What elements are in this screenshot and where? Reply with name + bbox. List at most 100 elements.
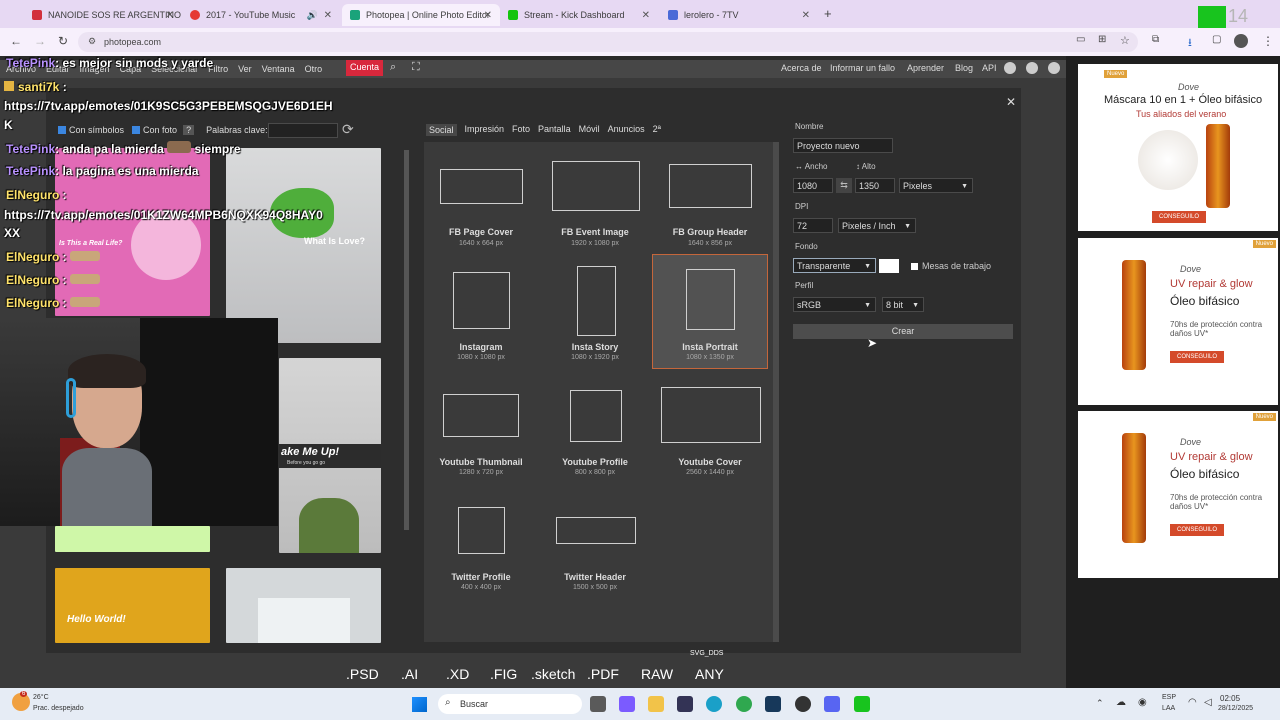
ad-cta-button[interactable]: CONSEGUILO <box>1152 211 1207 223</box>
file-explorer-icon[interactable] <box>648 696 664 712</box>
ad-banner-2[interactable]: Nuevo Dove UV repair & glow Óleo bifásic… <box>1078 238 1278 405</box>
task-view-icon[interactable] <box>590 696 606 712</box>
kick-taskbar-icon[interactable] <box>854 696 870 712</box>
tab-more[interactable]: 2ª <box>653 124 661 136</box>
mic-icon[interactable]: ◉ <box>1138 697 1147 708</box>
bits-select[interactable]: 8 bit ▼ <box>882 297 924 312</box>
tab-impresion[interactable]: Impresión <box>465 124 505 136</box>
tab-close-icon[interactable]: ✕ <box>324 10 332 21</box>
gallery-card-6[interactable] <box>226 568 381 643</box>
steam-icon[interactable] <box>765 696 781 712</box>
reddit-icon[interactable] <box>1004 62 1016 74</box>
tab-close-icon[interactable]: ✕ <box>642 10 650 21</box>
store-icon[interactable] <box>677 696 693 712</box>
speaker-icon[interactable]: 🔊 <box>307 10 318 21</box>
gallery-scrollbar[interactable] <box>404 150 409 530</box>
refresh-icon[interactable]: ⟳ <box>342 121 354 138</box>
tab-photopea[interactable]: Photopea | Online Photo Editor ✕ <box>342 4 500 26</box>
clock-time[interactable]: 02:05 <box>1220 694 1240 703</box>
chrome-icon[interactable] <box>736 696 752 712</box>
menu-dots-icon[interactable]: ⋮ <box>1262 34 1274 48</box>
tray-chevron-icon[interactable]: ⌃ <box>1096 698 1104 709</box>
obs-icon[interactable] <box>795 696 811 712</box>
menu-otro[interactable]: Otro <box>305 64 323 74</box>
ad-cta-button[interactable]: CONSEGUILO <box>1170 524 1225 536</box>
clock-date[interactable]: 28/12/2025 <box>1218 705 1253 712</box>
tab-close-icon[interactable]: ✕ <box>484 10 492 21</box>
new-tab-button[interactable]: + <box>824 6 832 21</box>
tab-anuncios[interactable]: Anuncios <box>608 124 645 136</box>
help-button[interactable]: ? <box>183 125 195 135</box>
ad-banner-1[interactable]: Nuevo Dove Máscara 10 en 1 + Óleo bifási… <box>1078 64 1278 231</box>
nombre-input[interactable]: Proyecto nuevo <box>793 138 893 153</box>
keywords-input[interactable] <box>268 123 338 138</box>
windows-start-icon[interactable] <box>412 697 427 712</box>
swap-dimensions-icon[interactable]: ⇆ <box>836 178 852 193</box>
back-icon[interactable]: ← <box>10 34 22 48</box>
copilot-icon[interactable] <box>619 696 635 712</box>
dpi-unit-select[interactable]: Pixeles / Inch ▼ <box>838 218 916 233</box>
taskbar-search[interactable]: Buscar <box>438 694 582 714</box>
dpi-input[interactable]: 72 <box>793 218 833 233</box>
install-icon[interactable]: ⊞ <box>1098 34 1106 45</box>
profile-icon[interactable]: ▢ <box>1212 34 1221 45</box>
fondo-select[interactable]: Transparente ▼ <box>793 258 876 273</box>
ad-badge: Nuevo <box>1252 240 1276 248</box>
ad-cta-button[interactable]: CONSEGUILO <box>1170 351 1225 363</box>
tab-close-icon[interactable]: ✕ <box>166 10 174 21</box>
checkbox-con-foto[interactable] <box>132 126 141 134</box>
menu-ventana[interactable]: Ventana <box>262 64 295 74</box>
tab-7tv[interactable]: lerolero - 7TV ✕ <box>660 4 818 26</box>
language-layout[interactable]: LAA <box>1162 705 1175 712</box>
reload-icon[interactable]: ↻ <box>58 34 68 48</box>
bookmark-star-icon[interactable]: ☆ <box>1120 34 1130 47</box>
tab-close-icon[interactable]: ✕ <box>802 10 810 21</box>
tab-movil[interactable]: Móvil <box>579 124 600 136</box>
facebook-icon[interactable] <box>1048 62 1060 74</box>
dialog-close-icon[interactable]: ✕ <box>1006 95 1016 109</box>
twitter-icon[interactable] <box>1026 62 1038 74</box>
edge-icon[interactable] <box>706 696 722 712</box>
download-icon[interactable]: ⭳ <box>1188 34 1192 53</box>
tab-kick[interactable]: Stream - Kick Dashboard ✕ <box>500 4 658 26</box>
template-scrollbar[interactable] <box>773 142 779 642</box>
url-field[interactable]: photopea.com <box>78 32 1138 52</box>
avatar[interactable] <box>1234 34 1248 48</box>
tab-pantalla[interactable]: Pantalla <box>538 124 571 136</box>
link-acerca[interactable]: Acerca de <box>781 63 822 73</box>
cloud-icon[interactable]: ☁ <box>1116 697 1126 708</box>
link-informar[interactable]: Informar un fallo <box>830 63 895 73</box>
ad-banner-3[interactable]: Nuevo Dove UV repair & glow Óleo bifásic… <box>1078 411 1278 578</box>
gallery-card-5[interactable]: Hello World! <box>55 568 210 643</box>
link-blog[interactable]: Blog <box>955 63 973 73</box>
wifi-icon[interactable]: ◠ <box>1188 697 1197 708</box>
cast-icon[interactable]: ▭ <box>1076 34 1085 45</box>
ancho-input[interactable]: 1080 <box>793 178 833 193</box>
cuenta-button[interactable]: Cuenta <box>346 60 384 76</box>
fullscreen-icon[interactable]: ⛶ <box>412 61 420 74</box>
extensions-icon[interactable]: ⧉ <box>1152 34 1159 45</box>
mesas-checkbox[interactable] <box>911 263 918 270</box>
menu-ver[interactable]: Ver <box>238 64 252 74</box>
checkbox-con-simbolos[interactable] <box>58 126 66 134</box>
search-icon[interactable]: ⌕ <box>390 61 396 74</box>
gallery-card-4[interactable]: ake Me Up! Before you go go <box>279 358 381 553</box>
link-api[interactable]: API <box>982 63 997 73</box>
discord-icon[interactable] <box>824 696 840 712</box>
link-aprender[interactable]: Aprender <box>907 63 944 73</box>
gallery-card-2[interactable]: What Is Love? <box>226 148 381 343</box>
tab-nanoide[interactable]: NANOIDE SOS RE ARGENTINO ✕ <box>24 4 182 26</box>
tab-foto[interactable]: Foto <box>512 124 530 136</box>
forward-icon[interactable]: → <box>34 34 46 48</box>
crear-button[interactable]: Crear <box>793 324 1013 339</box>
gallery-card-3[interactable] <box>55 526 210 552</box>
volume-icon[interactable]: ◁ <box>1204 697 1212 708</box>
site-info-icon[interactable]: ⚙ <box>88 36 96 47</box>
alto-input[interactable]: 1350 <box>855 178 895 193</box>
tab-youtube-music[interactable]: 2017 - YouTube Music 🔊 ✕ <box>182 4 340 26</box>
background-color-swatch[interactable] <box>879 259 899 273</box>
tab-social[interactable]: Social <box>426 124 457 136</box>
unit-select[interactable]: Pixeles ▼ <box>899 178 973 193</box>
language[interactable]: ESP <box>1162 694 1176 701</box>
perfil-select[interactable]: sRGB ▼ <box>793 297 876 312</box>
